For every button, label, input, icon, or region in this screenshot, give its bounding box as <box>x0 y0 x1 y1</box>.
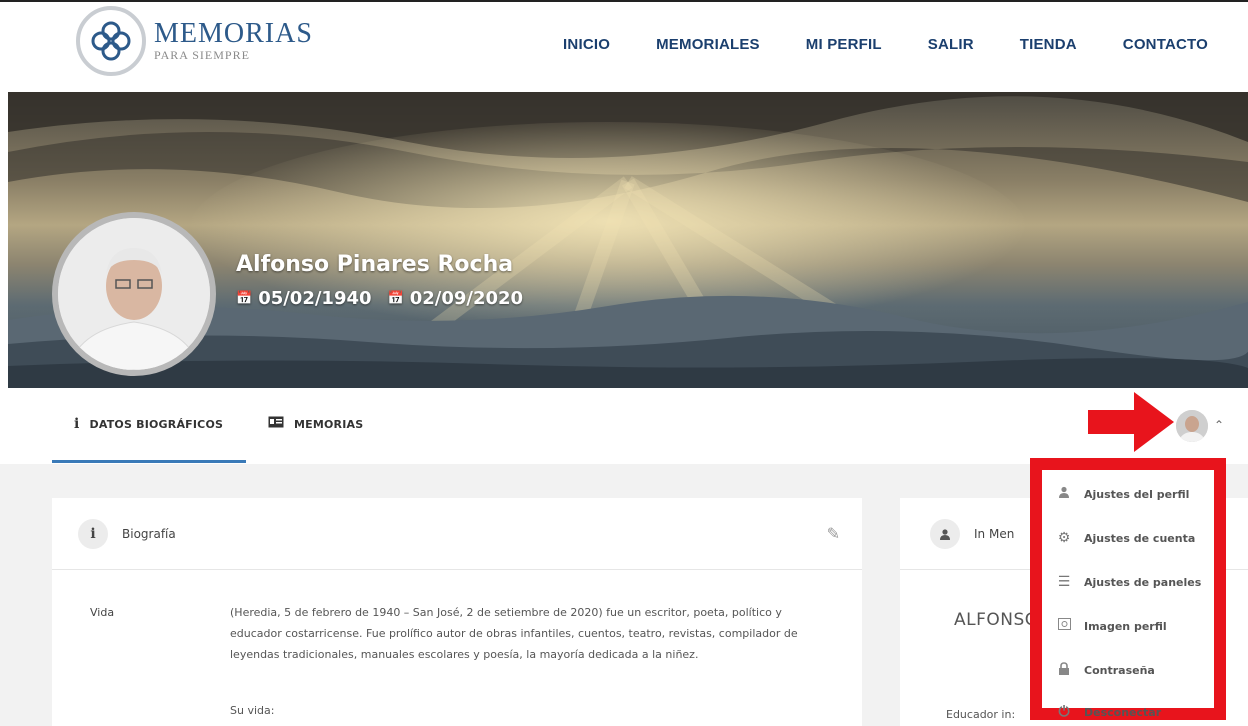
bio-subheading: Su vida: <box>230 704 275 717</box>
tab-label: MEMORIAS <box>294 417 364 431</box>
image-icon <box>1054 618 1074 634</box>
calendar-icon: 📅 <box>236 291 253 306</box>
user-icon <box>1054 486 1074 502</box>
in-memoriam-title: In Men <box>974 526 1015 541</box>
menu-item-desconectar[interactable]: ⏻ Desconectar <box>1054 704 1161 720</box>
info-icon: i <box>78 518 108 549</box>
profile-photo <box>52 212 216 376</box>
nav-mi-perfil[interactable]: MI PERFIL <box>806 36 882 53</box>
lock-icon <box>1054 662 1074 679</box>
menu-item-label: Desconectar <box>1084 705 1162 719</box>
power-icon: ⏻ <box>1058 704 1070 720</box>
birth-date: 05/02/1940 <box>258 288 372 309</box>
in-memoriam-note: Educador in: <box>946 708 1016 721</box>
main-nav: INICIO MEMORIALES MI PERFIL SALIR TIENDA… <box>517 36 1208 53</box>
logo-text: MEMORIAS PARA SIEMPRE <box>154 18 313 63</box>
tab-datos-biograficos[interactable]: i DATOS BIOGRÁFICOS <box>74 416 223 432</box>
menu-item-contrasena[interactable]: Contraseña <box>1054 662 1155 679</box>
edit-icon[interactable]: ✎ <box>827 524 840 544</box>
profile-name: Alfonso Pinares Rocha <box>236 252 514 277</box>
profile-dates: 📅 05/02/1940 📅 02/09/2020 <box>236 288 523 309</box>
menu-item-label: Contraseña <box>1084 664 1155 677</box>
calendar-icon: 📅 <box>387 291 404 306</box>
menu-item-ajustes-perfil[interactable]: Ajustes del perfil <box>1054 486 1189 502</box>
death-date: 02/09/2020 <box>409 288 524 309</box>
nav-contacto[interactable]: CONTACTO <box>1123 36 1208 53</box>
logo-subtitle: PARA SIEMPRE <box>154 48 250 62</box>
nav-inicio[interactable]: INICIO <box>563 36 610 53</box>
site-header: MEMORIAS PARA SIEMPRE INICIO MEMORIALES … <box>0 0 1248 92</box>
tab-memorias[interactable]: MEMORIAS <box>268 416 363 432</box>
user-icon <box>930 518 960 549</box>
menu-item-ajustes-paneles[interactable]: ☰ Ajustes de paneles <box>1054 574 1202 590</box>
menu-item-label: Ajustes del perfil <box>1084 487 1190 501</box>
biography-card: i Biografía ✎ Vida (Heredia, 5 de febrer… <box>52 498 862 726</box>
nav-tienda[interactable]: TIENDA <box>1020 36 1077 53</box>
user-avatar[interactable] <box>1176 410 1208 442</box>
menu-item-label: Ajustes de cuenta <box>1084 531 1196 545</box>
menu-item-label: Imagen perfil <box>1084 619 1167 633</box>
in-memoriam-name: ALFONSC <box>954 610 1038 630</box>
gears-icon: ⚙ <box>1057 530 1071 546</box>
sliders-icon: ☰ <box>1057 574 1071 590</box>
active-tab-indicator <box>52 460 246 463</box>
info-icon: i <box>74 416 80 432</box>
cover-banner: Alfonso Pinares Rocha 📅 05/02/1940 📅 02/… <box>8 92 1248 388</box>
top-line <box>0 0 1248 2</box>
bio-field-label: Vida <box>90 606 115 619</box>
arrow-right-icon <box>1088 392 1174 452</box>
biography-title: Biografía <box>122 526 176 541</box>
user-dropdown-menu: Ajustes del perfil ⚙ Ajustes de cuenta ☰… <box>1030 458 1226 720</box>
menu-item-ajustes-cuenta[interactable]: ⚙ Ajustes de cuenta <box>1054 530 1196 546</box>
biography-header: i Biografía <box>52 498 862 570</box>
nav-memoriales[interactable]: MEMORIALES <box>656 36 760 53</box>
site-logo[interactable]: MEMORIAS PARA SIEMPRE <box>76 6 313 76</box>
nav-salir[interactable]: SALIR <box>928 36 974 53</box>
logo-icon <box>76 6 146 76</box>
logo-title: MEMORIAS <box>154 18 313 49</box>
bio-text: (Heredia, 5 de febrero de 1940 – San Jos… <box>230 606 798 661</box>
menu-item-imagen-perfil[interactable]: Imagen perfil <box>1054 618 1167 634</box>
menu-item-label: Ajustes de paneles <box>1084 575 1202 589</box>
id-card-icon <box>268 416 284 432</box>
profile-tabs: i DATOS BIOGRÁFICOS MEMORIAS <box>0 388 1248 464</box>
chevron-up-icon[interactable]: ⌃ <box>1214 418 1224 432</box>
tab-label: DATOS BIOGRÁFICOS <box>89 417 224 431</box>
